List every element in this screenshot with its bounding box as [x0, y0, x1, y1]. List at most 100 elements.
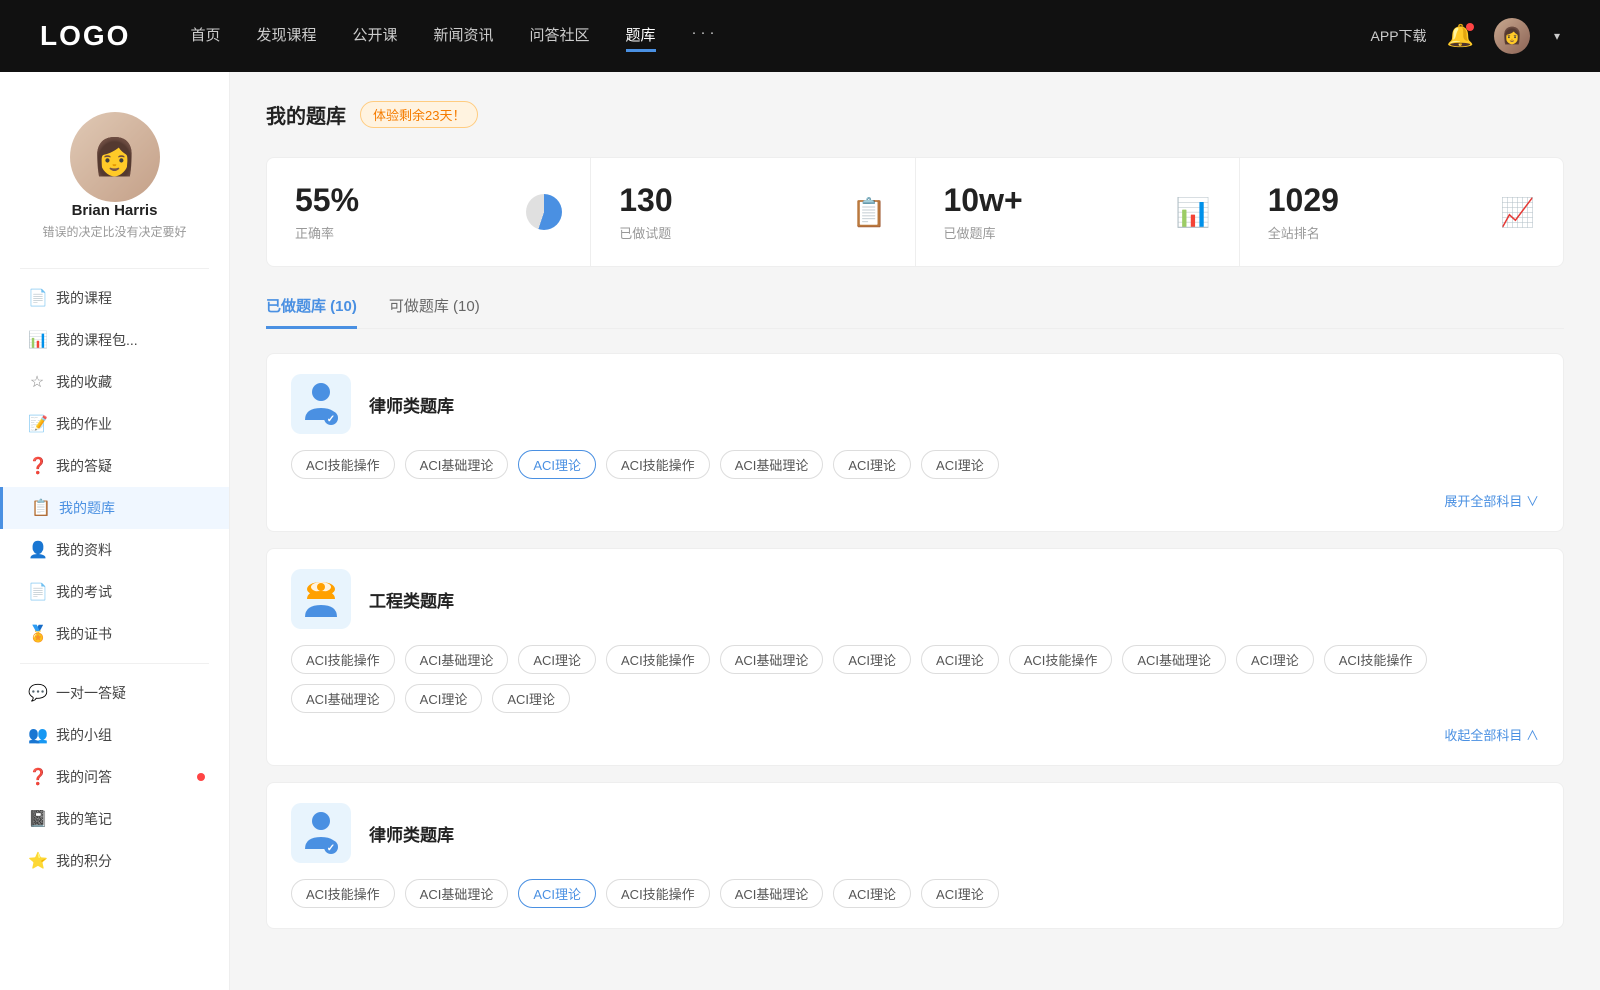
tag[interactable]: ACI技能操作 [291, 879, 395, 908]
homework-icon: 📝 [28, 414, 46, 434]
tag[interactable]: ACI理论 [492, 684, 570, 713]
bank-card-2-tags: ACI技能操作 ACI基础理论 ACI理论 ACI技能操作 ACI基础理论 AC… [291, 645, 1539, 713]
user-name: Brian Harris [72, 202, 158, 219]
nav-discover[interactable]: 发现课程 [256, 20, 316, 52]
app-download-button[interactable]: APP下载 [1371, 26, 1427, 46]
sidebar-item-points[interactable]: ⭐ 我的积分 [0, 840, 229, 882]
sidebar-item-label: 我的考试 [56, 582, 112, 602]
stat-accuracy-left: 55% 正确率 [295, 182, 359, 242]
user-menu-chevron-icon[interactable]: ▾ [1554, 29, 1560, 43]
tag[interactable]: ACI基础理论 [720, 450, 824, 479]
bank-card-3-icon: ✓ [291, 803, 351, 863]
stat-ranking: 1029 全站排名 📈 [1240, 158, 1563, 266]
qa-dot-indicator [197, 773, 205, 781]
bank-card-2: 工程类题库 ACI技能操作 ACI基础理论 ACI理论 ACI技能操作 ACI基… [266, 548, 1564, 766]
stat-banks-value: 10w+ [944, 182, 1023, 219]
tag[interactable]: ACI基础理论 [1122, 645, 1226, 674]
engineer-icon [301, 577, 341, 621]
tab-done-banks[interactable]: 已做题库 (10) [266, 295, 357, 329]
tag[interactable]: ACI技能操作 [606, 645, 710, 674]
expand-button[interactable]: 展开全部科目 ∨ [1444, 494, 1539, 509]
sidebar-divider-1 [20, 268, 209, 269]
tag[interactable]: ACI基础理论 [405, 450, 509, 479]
tag[interactable]: ACI技能操作 [1324, 645, 1428, 674]
lawyer-icon-2: ✓ [301, 811, 341, 855]
stat-ranking-label: 全站排名 [1268, 223, 1339, 242]
tag[interactable]: ACI理论 [518, 645, 596, 674]
trial-badge: 体验剩余23天！ [360, 101, 478, 128]
bank-card-1-tags: ACI技能操作 ACI基础理论 ACI理论 ACI技能操作 ACI基础理论 AC… [291, 450, 1539, 479]
sidebar-item-my-qa[interactable]: ❓ 我的问答 [0, 756, 229, 798]
tag[interactable]: ACI技能操作 [291, 645, 395, 674]
sidebar-item-homework[interactable]: 📝 我的作业 [0, 403, 229, 445]
tag-active[interactable]: ACI理论 [518, 450, 596, 479]
sidebar-item-course-package[interactable]: 📊 我的课程包... [0, 319, 229, 361]
stat-ranking-left: 1029 全站排名 [1268, 182, 1339, 242]
tabs-row: 已做题库 (10) 可做题库 (10) [266, 295, 1564, 329]
avatar[interactable]: 👩 [1494, 18, 1530, 54]
tag[interactable]: ACI技能操作 [606, 450, 710, 479]
tag[interactable]: ACI理论 [921, 879, 999, 908]
stat-done-value: 130 [619, 182, 672, 219]
svg-text:✓: ✓ [327, 843, 335, 854]
logo[interactable]: LOGO [40, 20, 130, 52]
tag-active[interactable]: ACI理论 [518, 879, 596, 908]
sidebar-item-label: 一对一答疑 [56, 683, 126, 703]
tag[interactable]: ACI理论 [921, 645, 999, 674]
tag[interactable]: ACI理论 [833, 450, 911, 479]
tag[interactable]: ACI理论 [1236, 645, 1314, 674]
page-title: 我的题库 [266, 100, 346, 129]
sidebar-item-favorites[interactable]: ☆ 我的收藏 [0, 361, 229, 403]
navbar: LOGO 首页 发现课程 公开课 新闻资讯 问答社区 题库 ··· APP下载 … [0, 0, 1600, 72]
bank-card-1-icon: ✓ [291, 374, 351, 434]
tag[interactable]: ACI理论 [405, 684, 483, 713]
avatar: 👩 [70, 112, 160, 202]
tag[interactable]: ACI理论 [921, 450, 999, 479]
tag[interactable]: ACI基础理论 [291, 684, 395, 713]
notification-dot [1466, 23, 1474, 31]
page-header: 我的题库 体验剩余23天！ [266, 100, 1564, 129]
sidebar: 👩 Brian Harris 错误的决定比没有决定要好 📄 我的课程 📊 我的课… [0, 72, 230, 990]
bank-card-1-header: ✓ 律师类题库 [291, 374, 1539, 434]
bank-card-2-icon [291, 569, 351, 629]
tag[interactable]: ACI技能操作 [291, 450, 395, 479]
sidebar-item-my-course[interactable]: 📄 我的课程 [0, 277, 229, 319]
nav-quiz[interactable]: 题库 [626, 20, 656, 52]
bank-card-1-footer: 展开全部科目 ∨ [291, 491, 1539, 511]
stat-banks-label: 已做题库 [944, 223, 1023, 242]
sidebar-item-label: 我的收藏 [56, 372, 112, 392]
sidebar-item-label: 我的作业 [56, 414, 112, 434]
sidebar-item-label: 我的题库 [59, 498, 115, 518]
notes-icon: 📓 [28, 809, 46, 829]
sidebar-item-profile[interactable]: 👤 我的资料 [0, 529, 229, 571]
tag[interactable]: ACI理论 [833, 879, 911, 908]
sidebar-item-notes[interactable]: 📓 我的笔记 [0, 798, 229, 840]
tag[interactable]: ACI技能操作 [1009, 645, 1113, 674]
nav-news[interactable]: 新闻资讯 [434, 20, 494, 52]
sidebar-item-certificate[interactable]: 🏅 我的证书 [0, 613, 229, 655]
notification-bell[interactable]: 🔔 [1447, 23, 1474, 49]
bank-card-2-footer: 收起全部科目 ∧ [291, 725, 1539, 745]
sidebar-item-qa[interactable]: ❓ 我的答疑 [0, 445, 229, 487]
tab-available-banks[interactable]: 可做题库 (10) [389, 295, 480, 329]
navbar-menu: 首页 发现课程 公开课 新闻资讯 问答社区 题库 ··· [190, 20, 1370, 52]
sidebar-item-exam[interactable]: 📄 我的考试 [0, 571, 229, 613]
tag[interactable]: ACI基础理论 [720, 645, 824, 674]
sidebar-item-quiz-bank[interactable]: 📋 我的题库 [0, 487, 229, 529]
sidebar-item-one-on-one[interactable]: 💬 一对一答疑 [0, 672, 229, 714]
exam-icon: 📄 [28, 582, 46, 602]
nav-home[interactable]: 首页 [190, 20, 220, 52]
collapse-button[interactable]: 收起全部科目 ∧ [1444, 728, 1539, 743]
tag[interactable]: ACI技能操作 [606, 879, 710, 908]
sidebar-item-group[interactable]: 👥 我的小组 [0, 714, 229, 756]
tag[interactable]: ACI基础理论 [405, 645, 509, 674]
tag[interactable]: ACI基础理论 [405, 879, 509, 908]
sidebar-profile: 👩 Brian Harris 错误的决定比没有决定要好 [0, 96, 229, 260]
tag[interactable]: ACI基础理论 [720, 879, 824, 908]
stat-done-banks: 10w+ 已做题库 📊 [916, 158, 1240, 266]
nav-qa[interactable]: 问答社区 [530, 20, 590, 52]
nav-more[interactable]: ··· [692, 20, 719, 52]
tag[interactable]: ACI理论 [833, 645, 911, 674]
nav-open-course[interactable]: 公开课 [352, 20, 397, 52]
bank-card-3-tags: ACI技能操作 ACI基础理论 ACI理论 ACI技能操作 ACI基础理论 AC… [291, 879, 1539, 908]
